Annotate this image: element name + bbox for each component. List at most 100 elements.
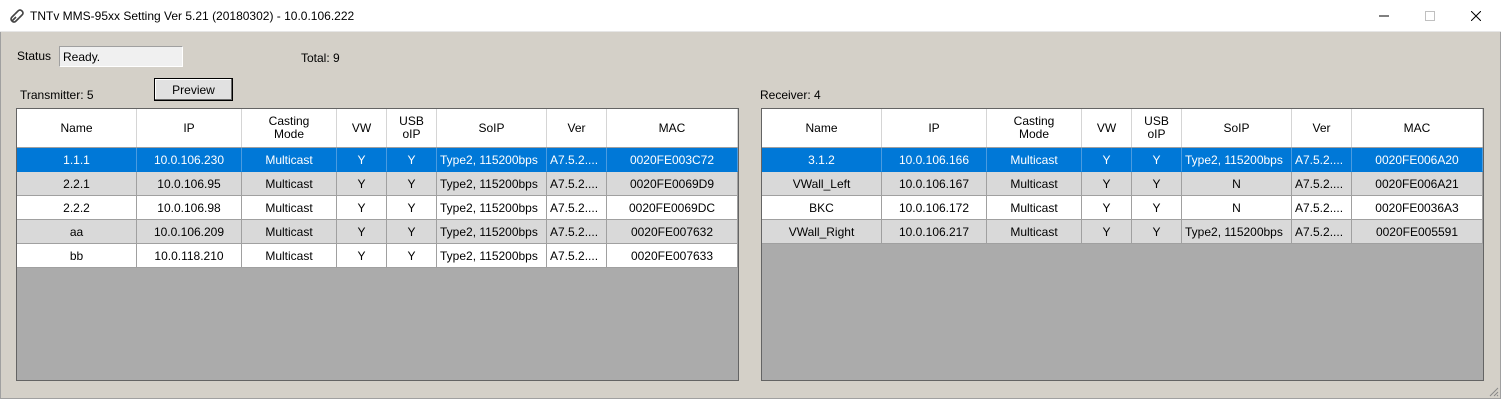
cell-usb-oip: Y — [1132, 220, 1182, 244]
cell-soip: N — [1182, 172, 1292, 196]
column-header-vw[interactable]: VW — [1082, 109, 1132, 147]
cell-casting-mode: Multicast — [987, 196, 1082, 220]
column-header-ip[interactable]: IP — [137, 109, 242, 147]
cell-ver: A7.5.2.... — [547, 220, 607, 244]
cell-mac: 0020FE0069DC — [607, 196, 738, 220]
cell-vw: Y — [337, 220, 387, 244]
column-header-soip[interactable]: SoIP — [437, 109, 547, 147]
cell-mac: 0020FE007632 — [607, 220, 738, 244]
table-row[interactable]: 3.1.2 10.0.106.166 Multicast Y Y Type2, 11520… — [762, 148, 1483, 172]
cell-ver: A7.5.2.... — [1292, 220, 1352, 244]
table-header: Name IP Casting Mode VW USB oIP SoIP Ver MAC — [17, 109, 738, 148]
cell-casting-mode: Multicast — [987, 220, 1082, 244]
cell-ip: 10.0.106.95 — [137, 172, 242, 196]
receiver-count: Receiver: 4 — [760, 88, 821, 102]
column-header-casting-mode[interactable]: Casting Mode — [987, 109, 1082, 147]
table-row[interactable]: 2.2.1 10.0.106.95 Multicast Y Y Type2, 115200… — [17, 172, 738, 196]
cell-ip: 10.0.106.98 — [137, 196, 242, 220]
cell-ip: 10.0.106.230 — [137, 148, 242, 172]
cell-ip: 10.0.106.209 — [137, 220, 242, 244]
title-bar: TNTv MMS-95xx Setting Ver 5.21 (20180302… — [0, 0, 1501, 32]
table-row[interactable]: aa 10.0.106.209 Multicast Y Y Type2, 115200bp… — [17, 220, 738, 244]
cell-vw: Y — [337, 148, 387, 172]
cell-vw: Y — [1082, 172, 1132, 196]
cell-name: 3.1.2 — [762, 148, 882, 172]
window-title: TNTv MMS-95xx Setting Ver 5.21 (20180302… — [30, 9, 355, 23]
cell-usb-oip: Y — [387, 220, 437, 244]
cell-vw: Y — [1082, 148, 1132, 172]
resize-grip-icon[interactable] — [1487, 385, 1499, 397]
receiver-table[interactable]: Name IP Casting Mode VW USB oIP SoIP Ver MAC 3.1… — [761, 108, 1484, 381]
cell-mac: 0020FE007633 — [607, 244, 738, 268]
cell-soip: Type2, 115200bps — [437, 220, 547, 244]
transmitter-count: Transmitter: 5 — [20, 88, 94, 102]
cell-soip: Type2, 115200bps — [1182, 148, 1292, 172]
cell-name: BKC — [762, 196, 882, 220]
status-field: Ready. — [59, 46, 183, 67]
column-header-mac[interactable]: MAC — [1352, 109, 1483, 147]
column-header-casting-mode[interactable]: Casting Mode — [242, 109, 337, 147]
cell-usb-oip: Y — [387, 148, 437, 172]
column-header-mac[interactable]: MAC — [607, 109, 738, 147]
table-row[interactable]: VWall_Right 10.0.106.217 Multicast Y Y Type2,… — [762, 220, 1483, 244]
cell-usb-oip: Y — [1132, 196, 1182, 220]
transmitter-table[interactable]: Name IP Casting Mode VW USB oIP SoIP Ver MAC 1.1… — [16, 108, 739, 381]
column-header-usb-oip[interactable]: USB oIP — [1132, 109, 1182, 147]
cell-name: aa — [17, 220, 137, 244]
cell-ip: 10.0.106.166 — [882, 148, 987, 172]
preview-button[interactable]: Preview — [154, 78, 233, 101]
cell-usb-oip: Y — [1132, 148, 1182, 172]
cell-name: VWall_Right — [762, 220, 882, 244]
column-header-soip[interactable]: SoIP — [1182, 109, 1292, 147]
status-label: Status — [17, 49, 52, 63]
cell-vw: Y — [1082, 196, 1132, 220]
cell-ip: 10.0.106.217 — [882, 220, 987, 244]
column-header-usb-oip[interactable]: USB oIP — [387, 109, 437, 147]
table-row[interactable]: bb 10.0.118.210 Multicast Y Y Type2, 115200bp… — [17, 244, 738, 268]
total-count: Total: 9 — [301, 51, 340, 65]
cell-soip: Type2, 115200bps — [437, 172, 547, 196]
cell-mac: 0020FE006A20 — [1352, 148, 1483, 172]
cell-soip: Type2, 115200bps — [437, 244, 547, 268]
cell-ip: 10.0.106.167 — [882, 172, 987, 196]
cell-name: VWall_Left — [762, 172, 882, 196]
cell-vw: Y — [1082, 220, 1132, 244]
cell-vw: Y — [337, 196, 387, 220]
cell-soip: N — [1182, 196, 1292, 220]
close-button[interactable] — [1453, 0, 1499, 31]
column-header-vw[interactable]: VW — [337, 109, 387, 147]
cell-soip: Type2, 115200bps — [437, 148, 547, 172]
column-header-name[interactable]: Name — [17, 109, 137, 147]
close-icon — [1471, 10, 1481, 21]
cell-name: 2.2.1 — [17, 172, 137, 196]
cell-name: 2.2.2 — [17, 196, 137, 220]
column-header-ver[interactable]: Ver — [547, 109, 607, 147]
column-header-ip[interactable]: IP — [882, 109, 987, 147]
maximize-button[interactable] — [1407, 0, 1453, 31]
cell-ver: A7.5.2.... — [547, 244, 607, 268]
table-header: Name IP Casting Mode VW USB oIP SoIP Ver MAC — [762, 109, 1483, 148]
minimize-button[interactable] — [1361, 0, 1407, 31]
cell-mac: 0020FE0036A3 — [1352, 196, 1483, 220]
cell-casting-mode: Multicast — [242, 172, 337, 196]
cell-ver: A7.5.2.... — [1292, 196, 1352, 220]
cell-vw: Y — [337, 244, 387, 268]
cell-ver: A7.5.2.... — [1292, 172, 1352, 196]
cell-mac: 0020FE006A21 — [1352, 172, 1483, 196]
maximize-icon — [1425, 10, 1435, 21]
table-row[interactable]: BKC 10.0.106.172 Multicast Y Y N A7.5.2.... 002… — [762, 196, 1483, 220]
column-header-name[interactable]: Name — [762, 109, 882, 147]
table-row[interactable]: 1.1.1 10.0.106.230 Multicast Y Y Type2, 11520… — [17, 148, 738, 172]
cell-usb-oip: Y — [1132, 172, 1182, 196]
cell-casting-mode: Multicast — [242, 196, 337, 220]
table-row[interactable]: 2.2.2 10.0.106.98 Multicast Y Y Type2, 115200… — [17, 196, 738, 220]
cell-name: bb — [17, 244, 137, 268]
cell-casting-mode: Multicast — [242, 244, 337, 268]
table-row[interactable]: VWall_Left 10.0.106.167 Multicast Y Y N A7.5.2… — [762, 172, 1483, 196]
cell-ip: 10.0.118.210 — [137, 244, 242, 268]
column-header-ver[interactable]: Ver — [1292, 109, 1352, 147]
cell-ver: A7.5.2.... — [1292, 148, 1352, 172]
cell-soip: Type2, 115200bps — [437, 196, 547, 220]
cell-casting-mode: Multicast — [987, 148, 1082, 172]
cell-usb-oip: Y — [387, 244, 437, 268]
